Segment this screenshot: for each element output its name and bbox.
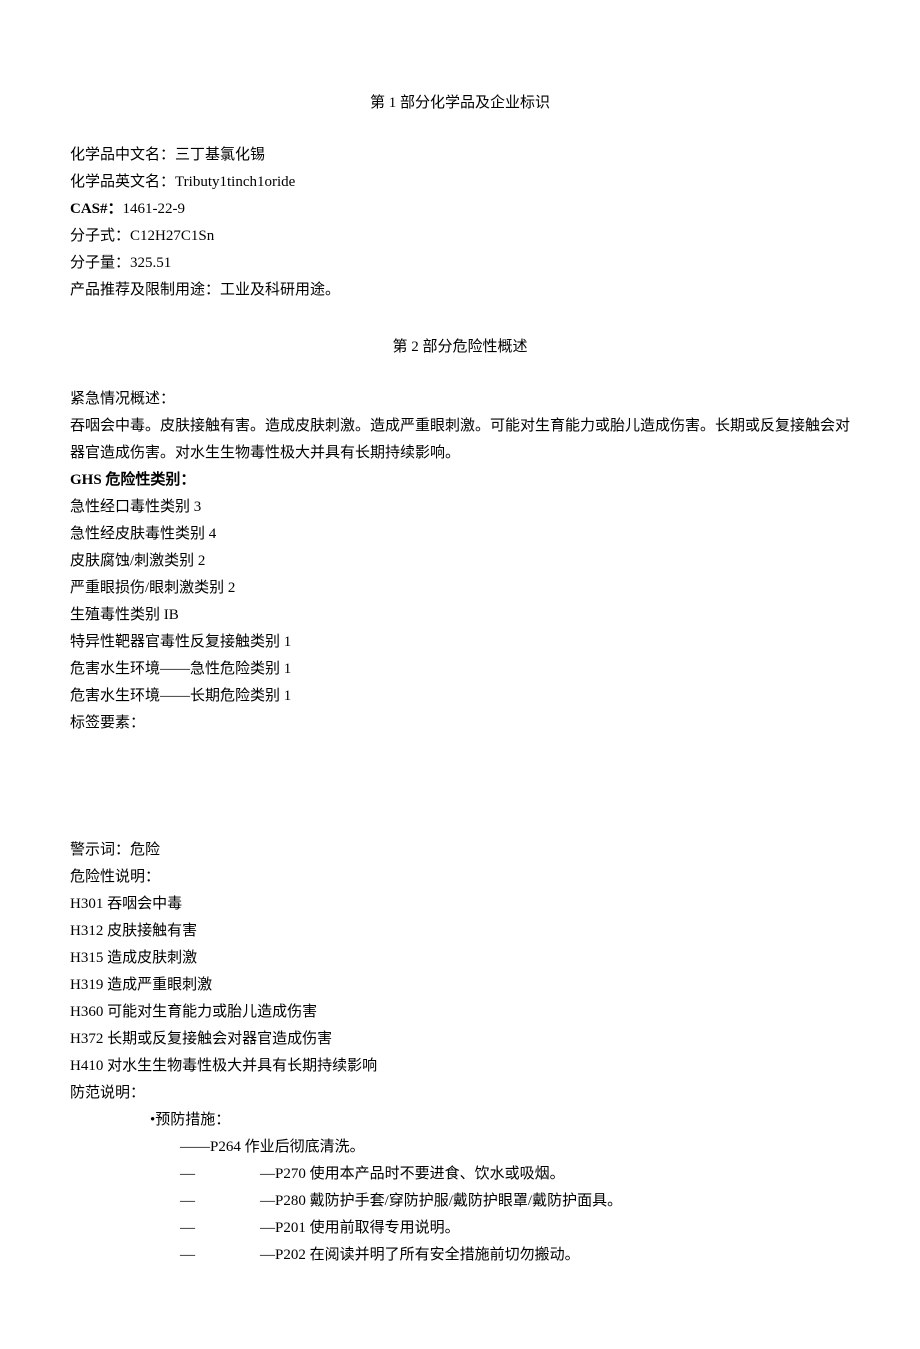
label-elements: 标签要素：	[70, 710, 850, 737]
use-row: 产品推荐及限制用途：工业及科研用途。	[70, 277, 850, 304]
ghs-item: 危害水生环境——急性危险类别 1	[70, 656, 850, 683]
prevention-item: — —P280 戴防护手套/穿防护服/戴防护眼罩/戴防护面具。	[180, 1188, 850, 1215]
prevention-text: —P202 在阅读并明了所有安全措施前切勿搬动。	[260, 1242, 580, 1269]
mw-value: 325.51	[130, 255, 171, 271]
formula-row: 分子式：C12H27C1Sn	[70, 223, 850, 250]
signal-word-row: 警示词：危险	[70, 837, 850, 864]
hazard-statement: H301 吞咽会中毒	[70, 891, 850, 918]
dash-icon: —	[180, 1242, 260, 1269]
emergency-label: 紧急情况概述：	[70, 386, 850, 413]
ghs-item: 急性经口毒性类别 3	[70, 494, 850, 521]
dash-icon: —	[180, 1188, 260, 1215]
pictogram-placeholder	[70, 737, 850, 837]
chemical-name-en: 化学品英文名：Tributy1tinch1oride	[70, 169, 850, 196]
chemical-name-cn: 化学品中文名：三丁基氯化锡	[70, 142, 850, 169]
ghs-item: 严重眼损伤/眼刺激类别 2	[70, 575, 850, 602]
prevention-text: —P280 戴防护手套/穿防护服/戴防护眼罩/戴防护面具。	[260, 1188, 622, 1215]
mw-row: 分子量：325.51	[70, 250, 850, 277]
formula-label: 分子式：	[70, 228, 130, 244]
ghs-item: 生殖毒性类别 IB	[70, 602, 850, 629]
signal-word-label: 警示词：	[70, 842, 130, 858]
use-value: 工业及科研用途。	[220, 282, 340, 298]
use-label: 产品推荐及限制用途：	[70, 282, 220, 298]
hazard-statement: H312 皮肤接触有害	[70, 918, 850, 945]
name-en-value: Tributy1tinch1oride	[175, 174, 295, 190]
ghs-label: GHS 危险性类别：	[70, 467, 850, 494]
name-cn-label: 化学品中文名：	[70, 147, 175, 163]
dash-icon: —	[180, 1161, 260, 1188]
section1-title: 第 1 部分化学品及企业标识	[70, 90, 850, 117]
cas-row: CAS#：1461-22-9	[70, 196, 850, 223]
hazard-statements-label: 危险性说明：	[70, 864, 850, 891]
ghs-item: 特异性靶器官毒性反复接触类别 1	[70, 629, 850, 656]
prevention-item: — —P202 在阅读并明了所有安全措施前切勿搬动。	[180, 1242, 850, 1269]
mw-label: 分子量：	[70, 255, 130, 271]
hazard-statement: H315 造成皮肤刺激	[70, 945, 850, 972]
section2-title: 第 2 部分危险性概述	[70, 334, 850, 361]
ghs-item: 危害水生环境——长期危险类别 1	[70, 683, 850, 710]
ghs-item: 急性经皮肤毒性类别 4	[70, 521, 850, 548]
prevention-label: •预防措施：	[150, 1107, 850, 1134]
name-cn-value: 三丁基氯化锡	[175, 147, 265, 163]
prevention-text: —P201 使用前取得专用说明。	[260, 1215, 460, 1242]
hazard-statement: H372 长期或反复接触会对器官造成伤害	[70, 1026, 850, 1053]
ghs-item: 皮肤腐蚀/刺激类别 2	[70, 548, 850, 575]
prevention-text: —P270 使用本产品时不要进食、饮水或吸烟。	[260, 1161, 565, 1188]
prevention-item-first: ——P264 作业后彻底清洗。	[180, 1134, 850, 1161]
name-en-label: 化学品英文名：	[70, 174, 175, 190]
dash-icon: —	[180, 1215, 260, 1242]
prevention-item: — —P270 使用本产品时不要进食、饮水或吸烟。	[180, 1161, 850, 1188]
hazard-statement: H410 对水生生物毒性极大并具有长期持续影响	[70, 1053, 850, 1080]
formula-value: C12H27C1Sn	[130, 228, 214, 244]
hazard-statement: H319 造成严重眼刺激	[70, 972, 850, 999]
signal-word-value: 危险	[130, 842, 160, 858]
prevention-item: — —P201 使用前取得专用说明。	[180, 1215, 850, 1242]
emergency-text: 吞咽会中毒。皮肤接触有害。造成皮肤刺激。造成严重眼刺激。可能对生育能力或胎儿造成…	[70, 413, 850, 467]
cas-label: CAS#：	[70, 201, 123, 217]
precautionary-label: 防范说明：	[70, 1080, 850, 1107]
cas-value: 1461-22-9	[123, 201, 186, 217]
hazard-statement: H360 可能对生育能力或胎儿造成伤害	[70, 999, 850, 1026]
